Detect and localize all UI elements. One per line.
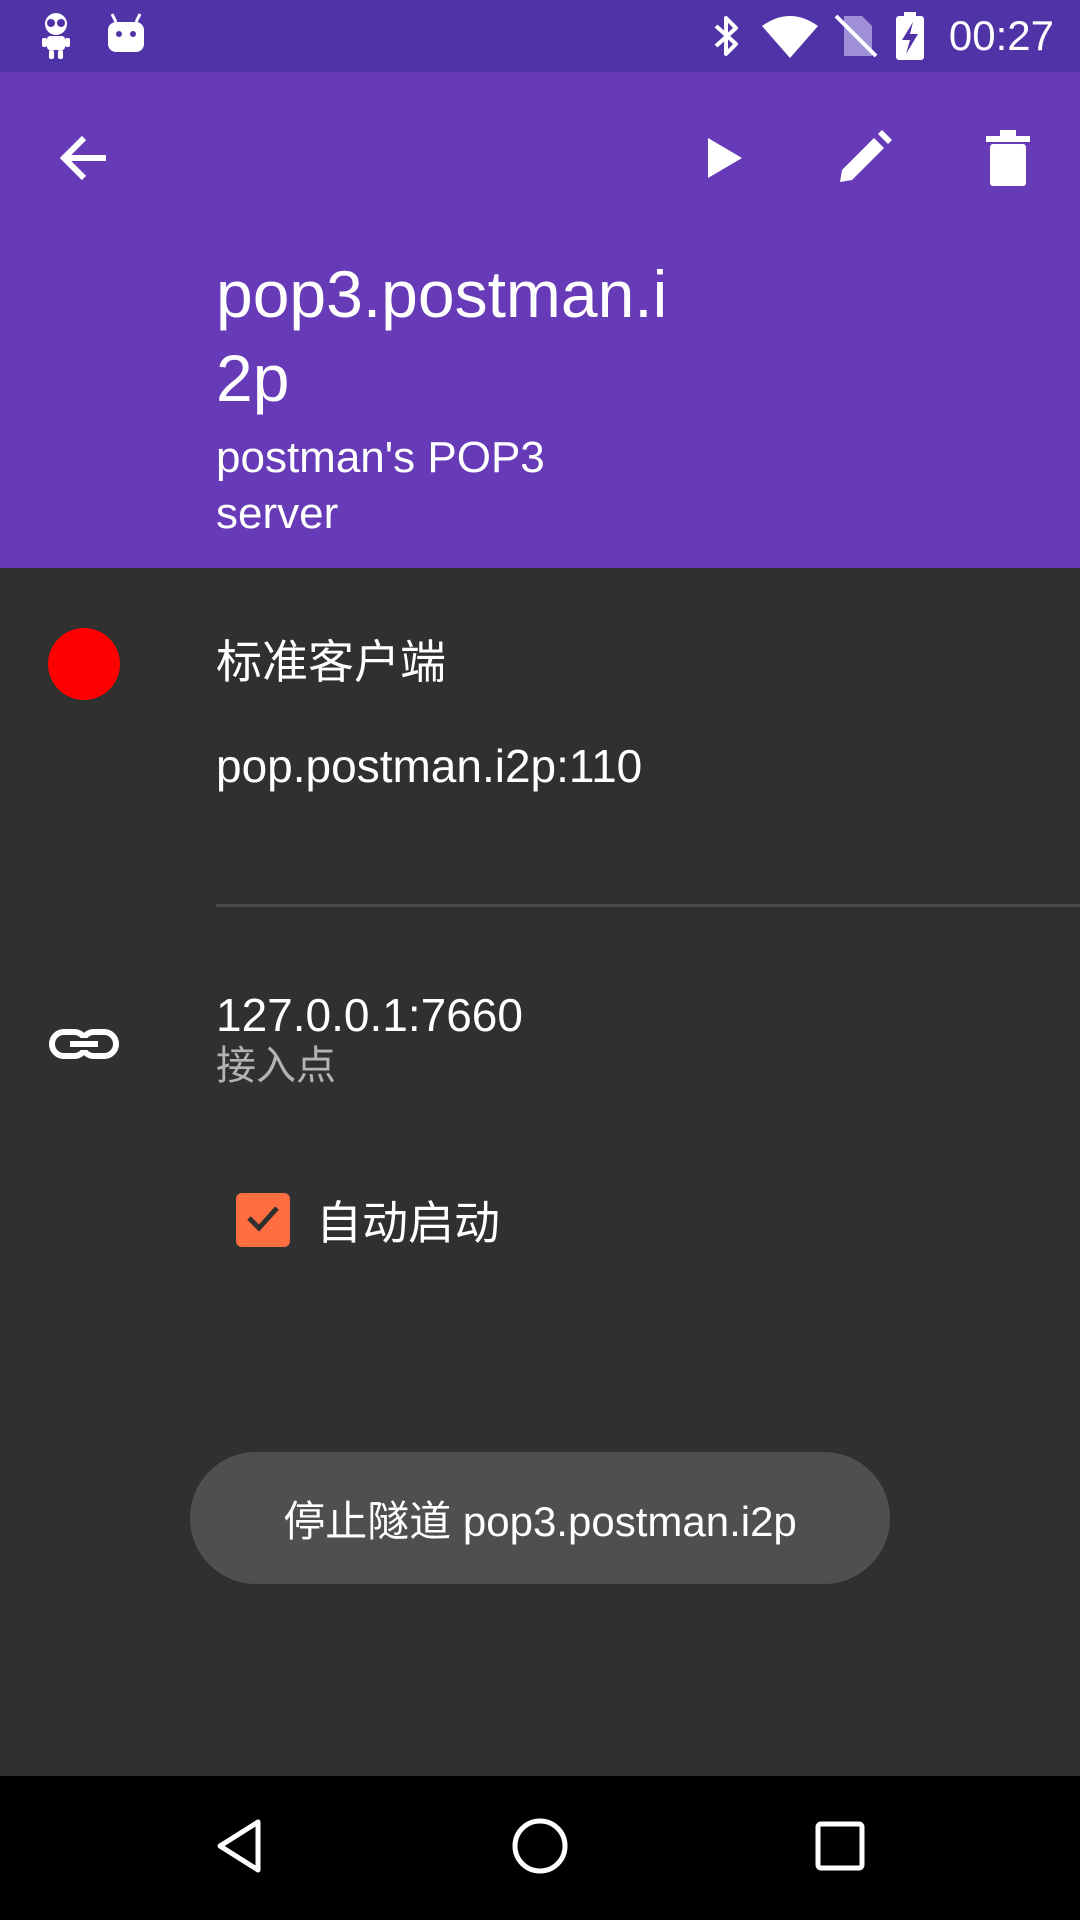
tunnel-description: postman's POP3 server (216, 433, 545, 538)
bluetooth-icon (700, 10, 752, 62)
endpoint-address: 127.0.0.1:7660 (216, 989, 523, 1041)
nav-back-button[interactable] (192, 1800, 288, 1896)
tunnel-status-indicator (48, 628, 120, 700)
status-time: 00:27 (948, 12, 1054, 59)
navigation-bar (0, 1776, 1080, 1920)
home-nav-icon (510, 1816, 570, 1881)
back-button[interactable] (36, 112, 132, 208)
checkmark-icon (243, 1198, 283, 1243)
client-type-label: 标准客户端 (216, 636, 446, 688)
app-bar: pop3.postman.i2p postman's POP3 server (0, 72, 1080, 568)
delete-icon (986, 129, 1030, 191)
edit-icon (836, 129, 892, 191)
no-sim-icon (830, 10, 882, 62)
divider (216, 904, 1080, 907)
back-nav-icon (210, 1816, 270, 1881)
delete-tunnel-button[interactable] (960, 112, 1056, 208)
nav-recents-button[interactable] (792, 1800, 888, 1896)
arrow-back-icon (56, 130, 112, 191)
tunnel-target: pop.postman.i2p:110 (216, 740, 643, 792)
battery-charging-icon (890, 10, 930, 62)
toast-message: 停止隧道 pop3.postman.i2p (190, 1452, 890, 1584)
endpoint-label: 接入点 (216, 1044, 336, 1088)
start-tunnel-button[interactable] (674, 112, 770, 208)
autostart-label: 自动启动 (316, 1197, 500, 1249)
status-bar: 00:27 (0, 0, 1080, 72)
wifi-icon (760, 10, 820, 62)
recents-nav-icon (810, 1816, 870, 1881)
robot-notification-icon (30, 10, 82, 62)
tunnel-title: pop3.postman.i2p (216, 257, 668, 415)
nav-home-button[interactable] (492, 1800, 588, 1896)
autostart-checkbox-row[interactable]: 自动启动 (236, 1190, 500, 1250)
play-icon (698, 134, 746, 187)
android-notification-icon (100, 10, 152, 62)
edit-tunnel-button[interactable] (816, 112, 912, 208)
autostart-checkbox[interactable] (236, 1193, 290, 1247)
link-icon (48, 1008, 120, 1080)
tunnel-details: 标准客户端 pop.postman.i2p:110 127.0.0.1:7660… (0, 568, 1080, 1776)
